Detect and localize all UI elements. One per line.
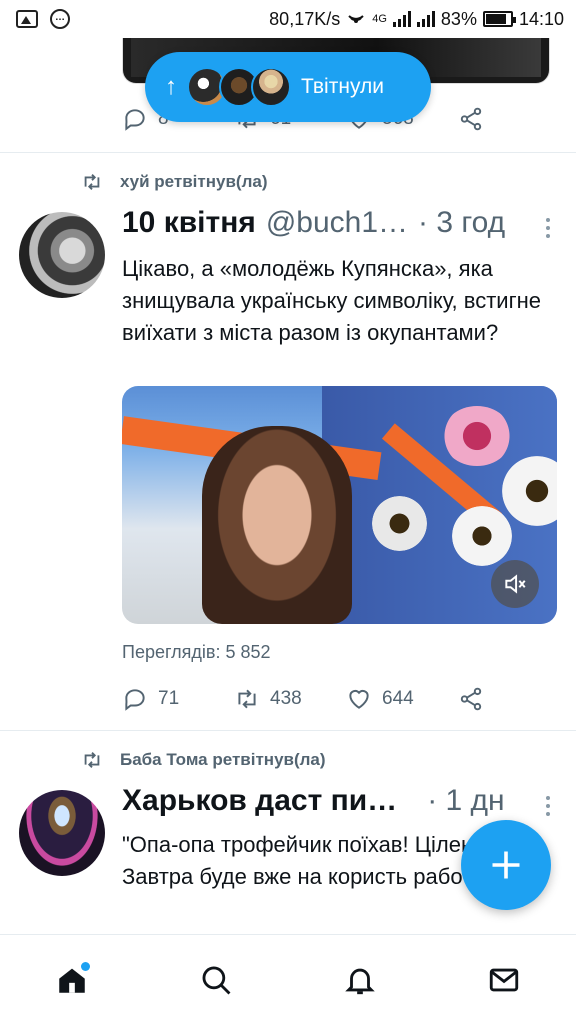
avatar <box>251 67 291 107</box>
nav-messages[interactable] <box>474 950 534 1010</box>
tweet-header: 10 квітня @buch1… · 3 год <box>122 206 532 240</box>
tweet-header: Харьков даст пи… · 1 дн <box>122 784 532 818</box>
like-button[interactable]: 644 <box>346 686 458 712</box>
share-button[interactable] <box>458 686 484 712</box>
timestamp[interactable]: · 1 дн <box>427 784 504 818</box>
retweet-icon <box>238 689 256 709</box>
arrow-up-icon: ↑ <box>165 73 177 100</box>
notification-dot <box>81 961 90 971</box>
volume-muted-icon <box>505 574 526 594</box>
avatar[interactable] <box>19 790 105 876</box>
timestamp[interactable]: · 3 год <box>418 206 505 240</box>
reply-icon <box>125 689 145 711</box>
new-tweets-pill[interactable]: ↑ Твітнули <box>145 52 431 122</box>
nav-notifications[interactable] <box>330 950 390 1010</box>
display-name[interactable]: Харьков даст пи… <box>122 784 397 818</box>
tweet-text: Цікаво, а «молодёжь Купянска», яка знищу… <box>122 256 541 345</box>
network-type: 4G <box>372 13 387 25</box>
divider <box>0 152 576 153</box>
retweeted-by: Баба Тома ретвітнув(ла) <box>120 750 326 769</box>
retweet-header[interactable]: хуй ретвітнув(ла) <box>80 171 267 193</box>
handle[interactable]: @buch1… <box>266 206 408 240</box>
hotspot-icon <box>348 15 364 23</box>
divider <box>0 730 576 731</box>
nav-search[interactable] <box>186 950 246 1010</box>
share-icon <box>460 687 482 711</box>
retweet-icon <box>84 752 100 768</box>
tweet-actions: 71 438 644 <box>122 686 484 712</box>
heart-icon <box>349 689 369 709</box>
network-speed: 80,17K/s <box>269 8 341 29</box>
more-options-icon[interactable] <box>546 218 552 238</box>
reply-count: 71 <box>158 688 180 709</box>
share-icon <box>460 107 482 131</box>
signal-icon-2 <box>416 11 435 27</box>
status-bar: … 80,17K/s 4G 83% 14:10 <box>0 0 576 38</box>
battery-percent: 83% <box>440 8 477 29</box>
like-count: 644 <box>382 688 414 709</box>
mute-button[interactable] <box>491 560 539 608</box>
more-options-icon[interactable] <box>546 796 552 816</box>
retweet-icon <box>84 174 100 190</box>
bottom-navigation <box>0 934 576 1024</box>
gallery-notification-icon <box>16 10 38 28</box>
more-notifications-icon: … <box>50 9 70 29</box>
display-name[interactable]: 10 квітня <box>122 206 256 240</box>
retweeted-by: хуй ретвітнув(ла) <box>120 172 268 191</box>
share-button[interactable] <box>458 106 484 132</box>
reply-button[interactable]: 71 <box>122 686 234 712</box>
nav-home[interactable] <box>42 950 102 1010</box>
retweet-count: 438 <box>270 688 302 709</box>
clock: 14:10 <box>518 8 564 29</box>
retweet-button[interactable]: 438 <box>234 686 346 712</box>
compose-tweet-button[interactable] <box>461 820 551 910</box>
retweet-header[interactable]: Баба Тома ретвітнув(ла) <box>80 749 326 771</box>
signal-icon <box>392 11 411 27</box>
tweet-video[interactable] <box>122 386 557 624</box>
mail-icon <box>489 968 519 991</box>
search-icon <box>202 966 231 994</box>
battery-icon <box>482 11 516 27</box>
new-tweets-label: Твітнули <box>301 75 384 98</box>
bell-icon <box>345 968 375 994</box>
reply-icon <box>125 109 145 131</box>
avatar[interactable] <box>19 212 105 298</box>
plus-icon <box>492 851 520 879</box>
view-count: Переглядів: 5 852 <box>122 642 271 662</box>
